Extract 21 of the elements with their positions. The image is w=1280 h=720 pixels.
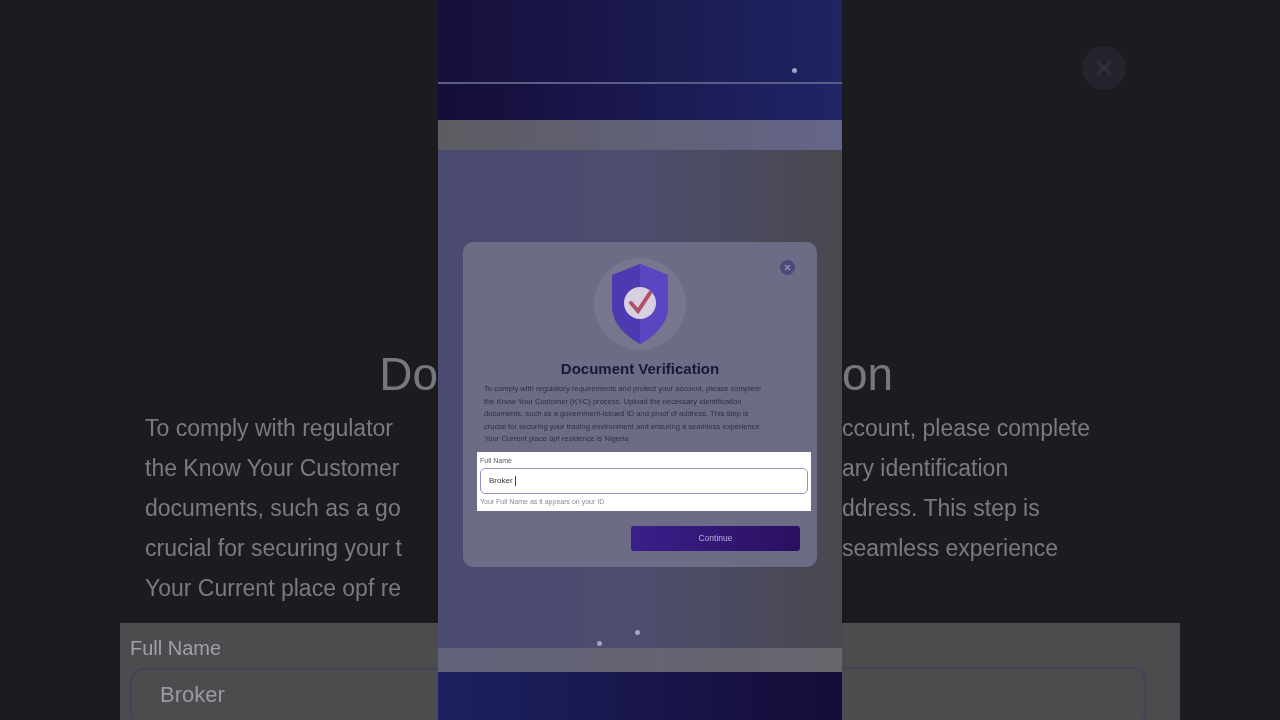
- dot-icon: [635, 630, 640, 635]
- continue-button[interactable]: Continue: [631, 525, 800, 551]
- backdrop-text: ddress. This step is: [842, 494, 1041, 523]
- backdrop-text: documents, such as a go: [145, 494, 402, 523]
- backdrop-text: crucial for securing your t: [145, 534, 403, 563]
- backdrop-title: Do: [379, 348, 438, 400]
- backdrop-text: ccount, please complete: [842, 414, 1092, 443]
- backdrop-text: ary identification: [842, 454, 1010, 483]
- backdrop-title: on: [842, 348, 894, 400]
- close-button[interactable]: [780, 260, 795, 275]
- backdrop-text: the Know Your Customer: [145, 454, 401, 483]
- backdrop-field-label: Full Name: [130, 637, 223, 660]
- dialog-title: Document Verification: [560, 360, 720, 377]
- shield-check-icon: [592, 258, 688, 350]
- backdrop-text: To comply with regulator: [145, 414, 394, 443]
- dot-icon: [597, 641, 602, 646]
- dot-icon: [792, 68, 797, 73]
- close-icon: [784, 264, 791, 271]
- backdrop-text: seamless experience: [842, 534, 1060, 563]
- full-name-field[interactable]: Broker: [480, 467, 808, 494]
- backdrop-text: Your Current place opf re: [145, 574, 403, 603]
